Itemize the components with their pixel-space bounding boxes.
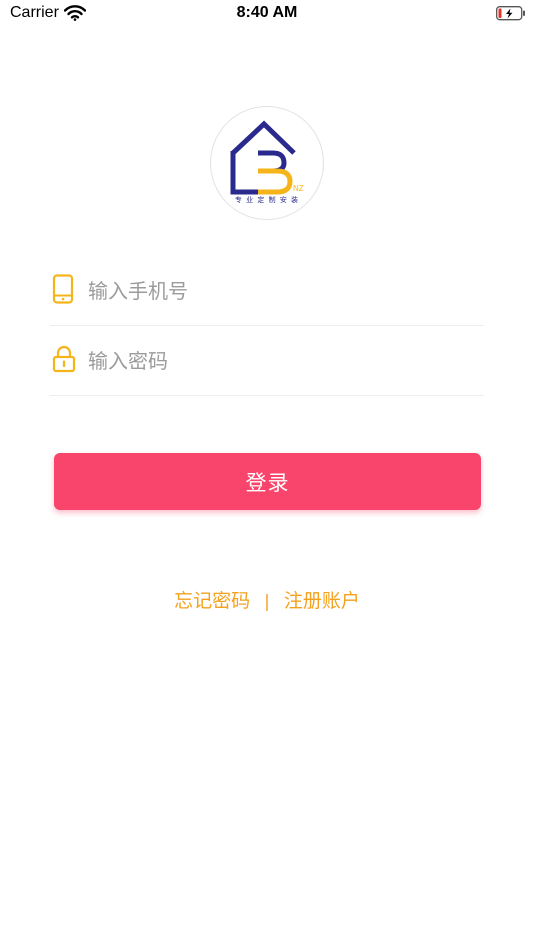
link-separator: |	[264, 592, 270, 612]
auth-links: 忘记密码 | 注册账户	[0, 586, 534, 613]
password-field	[50, 326, 484, 396]
phone-icon	[52, 274, 74, 308]
register-link[interactable]: 注册账户	[284, 590, 360, 612]
forgot-password-link[interactable]: 忘记密码	[174, 590, 250, 612]
login-button[interactable]: 登录	[54, 453, 481, 510]
logo-region-text: NZ	[293, 184, 304, 193]
phone-field	[50, 256, 484, 326]
phone-input[interactable]	[88, 276, 478, 306]
status-bar: Carrier 8:40 AM	[0, 0, 534, 28]
battery-icon	[496, 6, 526, 25]
logo-tagline: 专 业 定 制 安 装	[234, 196, 300, 204]
password-input[interactable]	[88, 346, 478, 376]
app-logo: NZ 专 业 定 制 安 装	[210, 106, 324, 220]
lock-icon	[52, 344, 76, 378]
clock: 8:40 AM	[236, 4, 298, 21]
